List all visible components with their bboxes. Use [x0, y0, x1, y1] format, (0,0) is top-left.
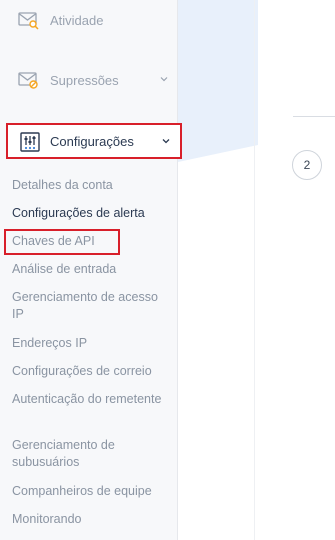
mail-block-icon	[18, 72, 38, 89]
submenu-item-detalhes-da-conta[interactable]: Detalhes da conta	[12, 177, 172, 194]
submenu-item-gerenciamento-de-acesso-ip[interactable]: Gerenciamento de acesso IP	[12, 289, 172, 323]
submenu-item-configuracoes-de-alerta[interactable]: Configurações de alerta	[12, 205, 172, 222]
sidebar-item-label: Configurações	[50, 134, 134, 149]
sidebar-item-label: Supressões	[50, 72, 119, 88]
app-root: Atividade Supressões Configurações Detal…	[0, 0, 335, 540]
horizontal-divider	[293, 116, 335, 117]
chevron-down-icon[interactable]	[161, 136, 171, 146]
step-indicator: 2	[292, 150, 322, 180]
sidebar-item-atividade[interactable]: Atividade	[0, 0, 178, 40]
submenu-item-autenticacao-do-remetente[interactable]: Autenticação do remetente	[12, 391, 172, 408]
chevron-down-icon[interactable]	[159, 74, 169, 84]
submenu-item-companheiros-de-equipe[interactable]: Companheiros de equipe	[12, 483, 172, 500]
submenu-item-configuracoes-de-correio[interactable]: Configurações de correio	[12, 363, 172, 380]
sidebar-item-configuracoes[interactable]: Configurações	[6, 123, 182, 159]
vertical-divider	[254, 0, 255, 540]
submenu-item-gerenciamento-de-subusuarios[interactable]: Gerenciamento de subusuários	[12, 437, 172, 471]
sidebar-item-supressoes[interactable]: Supressões	[0, 60, 178, 100]
sidebar: Atividade Supressões Configurações Detal…	[0, 0, 182, 540]
highlight-box	[4, 229, 120, 255]
submenu-item-enderecos-ip[interactable]: Endereços IP	[12, 335, 172, 352]
submenu-item-analise-de-entrada[interactable]: Análise de entrada	[12, 261, 172, 278]
sidebar-item-label: Atividade	[50, 12, 104, 28]
mail-search-icon	[18, 12, 39, 30]
submenu-item-monitorando[interactable]: Monitorando	[12, 511, 172, 528]
sliders-icon	[20, 132, 40, 152]
decorative-shape	[178, 0, 258, 162]
